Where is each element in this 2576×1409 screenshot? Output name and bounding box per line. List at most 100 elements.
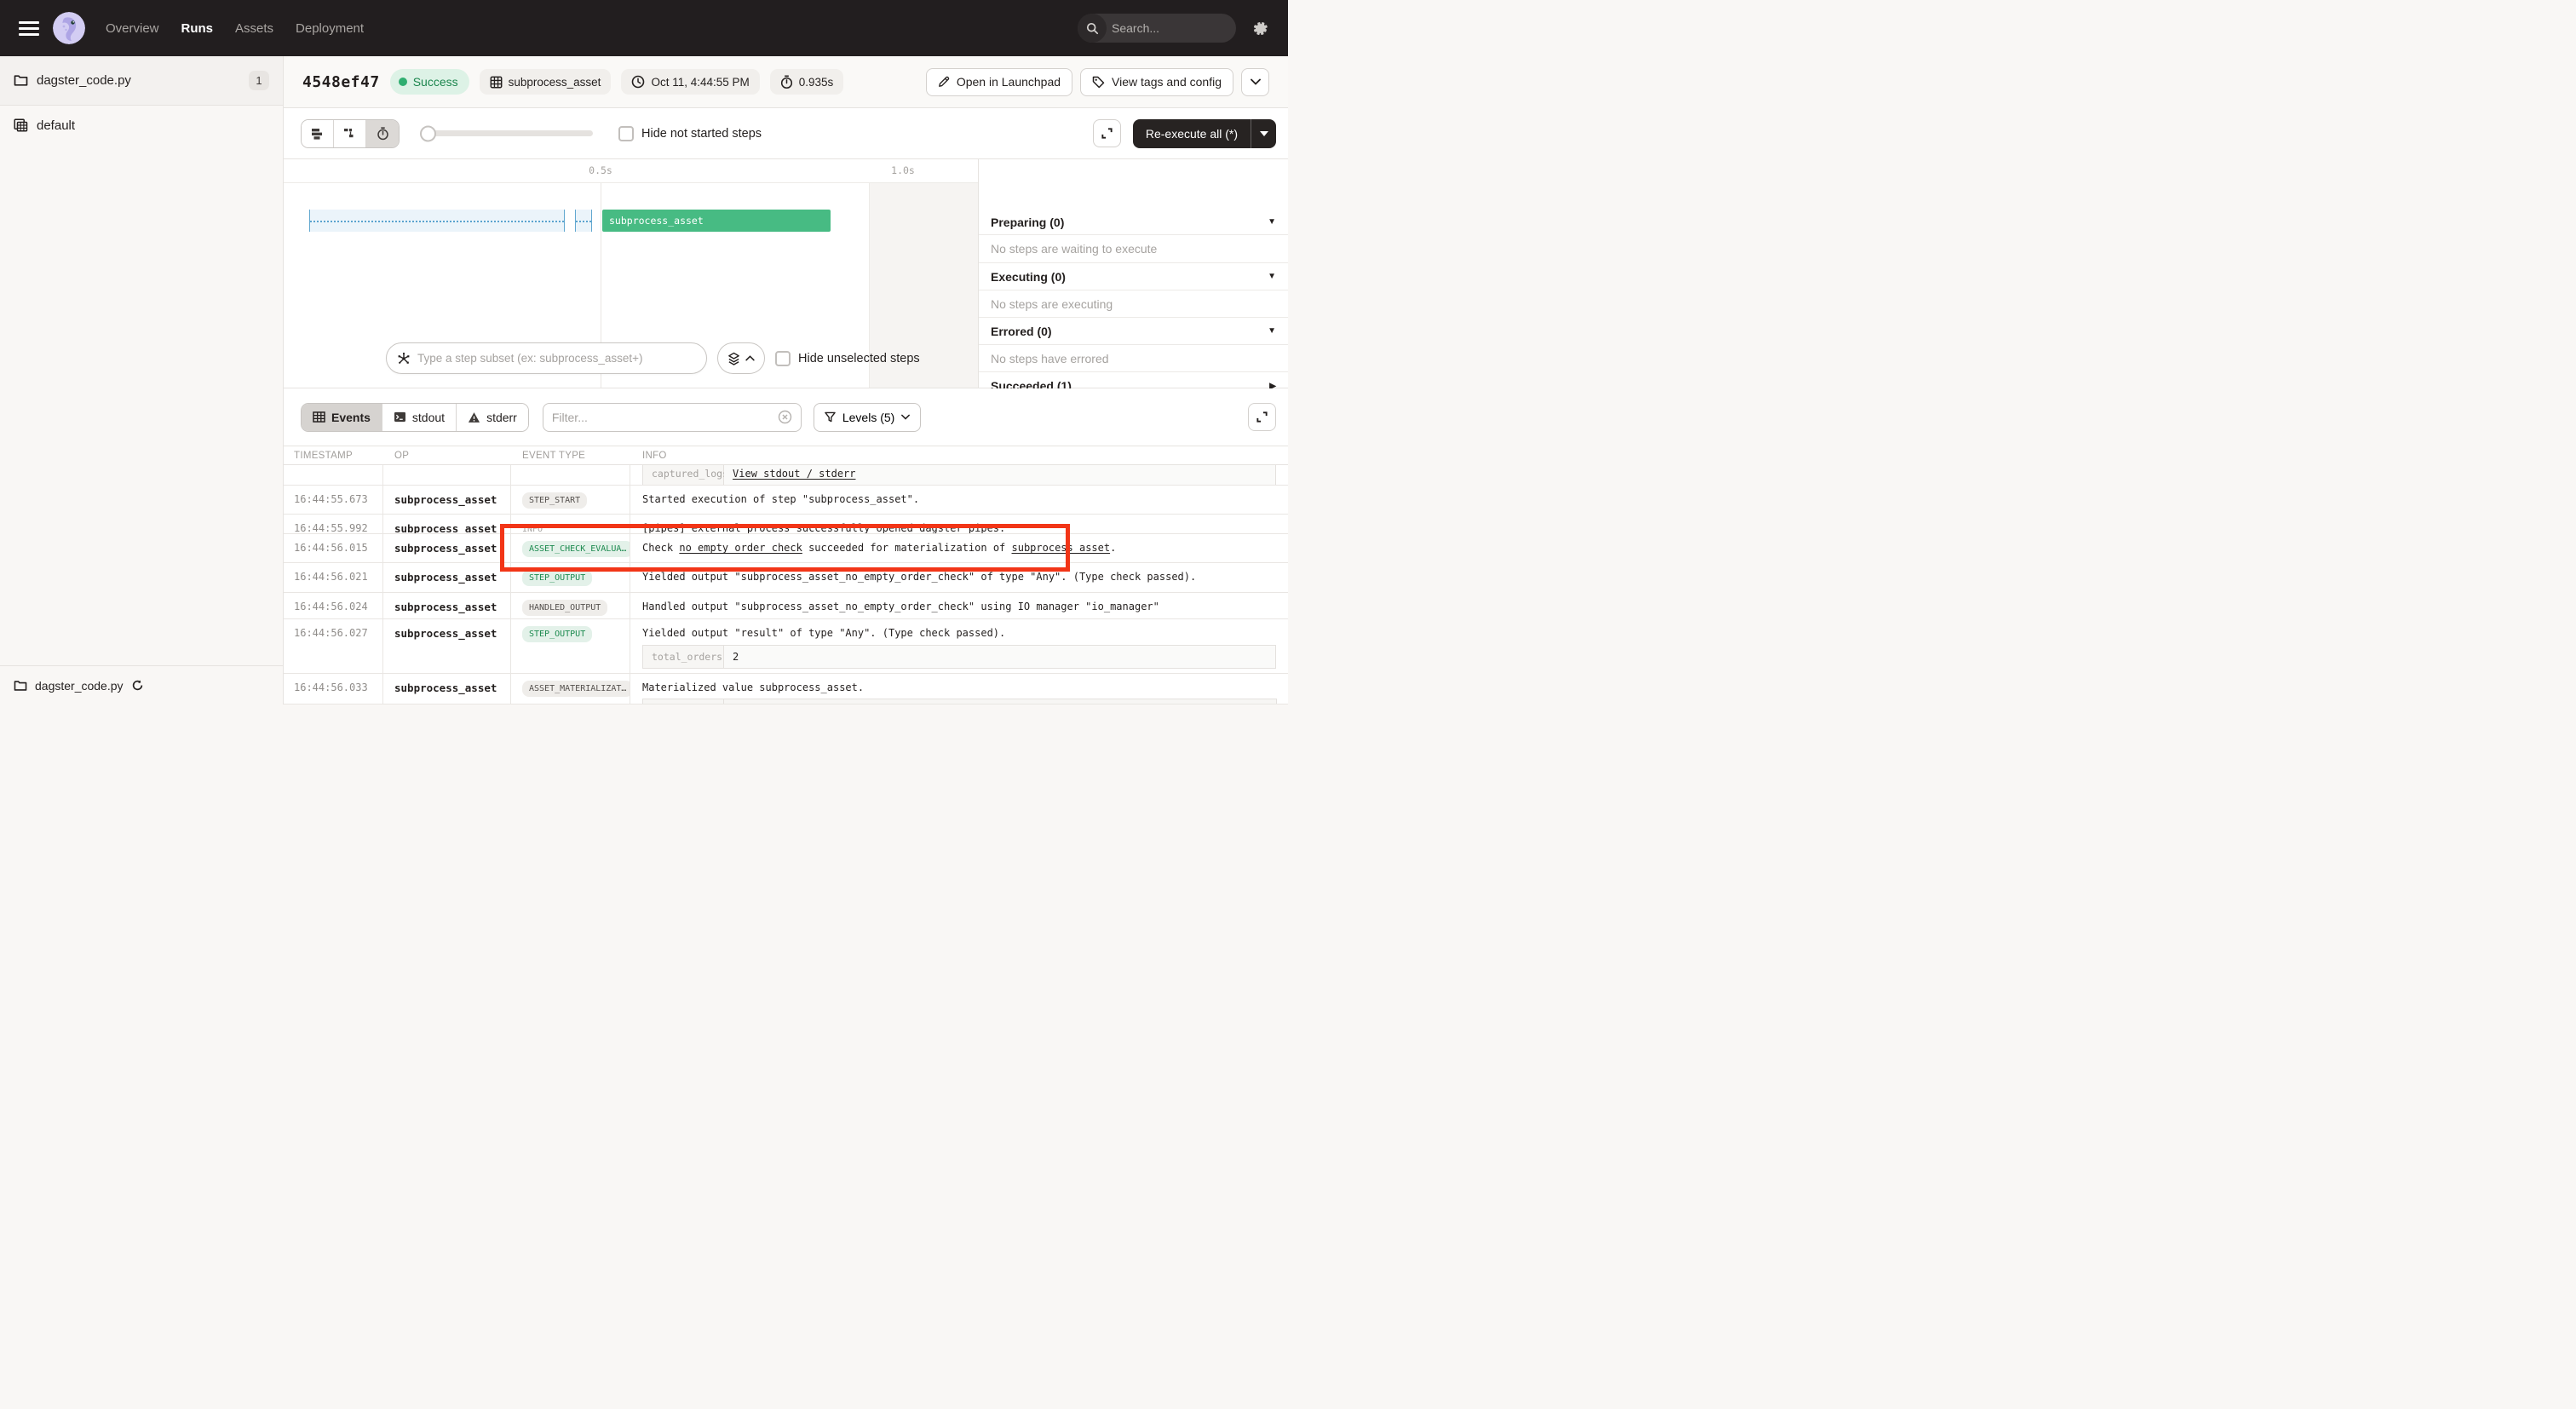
tab-stderr-label: stderr [486, 411, 517, 424]
hide-unselected-checkbox[interactable] [775, 351, 791, 366]
log-op: subprocess_asset [383, 563, 511, 592]
reexecute-dropdown-toggle[interactable] [1251, 119, 1276, 148]
hide-not-started-control[interactable]: Hide not started steps [618, 126, 762, 141]
log-op: subprocess_asset [383, 674, 511, 704]
panel-section-executing[interactable]: Executing (0) ▼ [979, 263, 1288, 290]
waterfall-view-button[interactable] [334, 120, 366, 147]
gantt-step-bar[interactable]: subprocess_asset [602, 210, 831, 232]
global-search[interactable]: / [1078, 14, 1236, 43]
log-op: subprocess_asset [383, 593, 511, 618]
pencil-icon [938, 76, 950, 88]
log-row[interactable]: 16:44:55.673subprocess_assetSTEP_STARTSt… [284, 486, 1288, 515]
log-rows: captured_logsView stdout / stderr16:44:5… [284, 465, 1288, 704]
reload-icon[interactable] [131, 679, 144, 692]
panel-section-errored[interactable]: Errored (0)▼ [979, 318, 1288, 345]
log-row[interactable]: 16:44:56.024subprocess_assetHANDLED_OUTP… [284, 593, 1288, 619]
metadata-value: 2 [724, 646, 1275, 668]
collapse-triangle-icon[interactable]: ▼ [1268, 326, 1276, 336]
left-sidebar: dagster_code.py 1 default dagster_code.p… [0, 56, 284, 704]
graph-options-button[interactable] [717, 342, 765, 374]
log-row[interactable]: 16:44:55.992subprocess_assetINFO[pipes] … [284, 515, 1288, 534]
levels-filter-button[interactable]: Levels (5) [814, 403, 921, 432]
hamburger-menu-icon[interactable] [19, 21, 39, 36]
log-event-type: HANDLED_OUTPUT [511, 593, 630, 618]
run-id[interactable]: 4548ef47 [302, 73, 380, 91]
log-row[interactable]: 16:44:56.027subprocess_assetSTEP_OUTPUTY… [284, 619, 1288, 674]
info-text: . [1110, 542, 1116, 554]
axis-tick: 0.5s [582, 164, 619, 176]
view-tags-config-label: View tags and config [1112, 75, 1222, 89]
waiting-phase-box [309, 210, 565, 232]
log-row[interactable]: captured_logsView stdout / stderr [284, 465, 1288, 486]
log-timestamp: 16:44:56.015 [284, 534, 383, 562]
nav-deployment[interactable]: Deployment [296, 21, 364, 36]
log-table-header: TIMESTAMP OP EVENT TYPE INFO [284, 446, 1288, 465]
search-icon [1078, 14, 1107, 43]
asset-chip-label: subprocess_asset [509, 76, 601, 89]
log-event-type: ASSET_MATERIALIZAT… [511, 674, 630, 704]
nav-overview[interactable]: Overview [106, 21, 159, 36]
log-timestamp: 16:44:55.673 [284, 486, 383, 514]
hide-unselected-label: Hide unselected steps [798, 352, 920, 365]
settings-gear-icon[interactable] [1251, 20, 1269, 37]
step-status-panel: Preparing (0)▼ No steps are waiting to e… [978, 159, 1288, 388]
gantt-view-toggle [301, 119, 400, 148]
log-info: Materialized value subprocess_asset. [630, 674, 1288, 704]
timed-view-button[interactable] [366, 120, 399, 147]
info-text: Materialized value subprocess_asset. [642, 681, 864, 693]
gantt-time-axis: 0.5s 1.0s [284, 159, 978, 183]
main-panel: 4548ef47 Success subprocess_asset [284, 56, 1288, 704]
tab-stderr[interactable]: stderr [457, 404, 528, 431]
log-timestamp: 16:44:55.992 [284, 515, 383, 533]
info-link[interactable]: subprocess_asset [1012, 542, 1111, 554]
event-type-pill: ASSET_MATERIALIZAT… [522, 681, 630, 697]
log-row[interactable]: 16:44:56.015subprocess_assetASSET_CHECK_… [284, 534, 1288, 563]
nav-assets[interactable]: Assets [235, 21, 273, 36]
zoom-slider-thumb[interactable] [420, 125, 436, 141]
collapse-triangle-icon[interactable]: ▼ [1268, 217, 1276, 227]
metadata-value[interactable]: View stdout / stderr [724, 465, 1275, 485]
clear-filter-icon[interactable] [778, 410, 792, 424]
info-link[interactable]: no_empty_order_check [679, 542, 802, 554]
tab-events-label: Events [331, 411, 371, 424]
log-filter-input[interactable] [552, 411, 773, 424]
panel-section-preparing[interactable]: Preparing (0)▼ [979, 210, 1288, 235]
log-fullscreen-button[interactable] [1248, 403, 1276, 431]
zoom-slider[interactable] [422, 130, 593, 136]
step-subset-input[interactable] [417, 352, 696, 365]
event-type-pill: HANDLED_OUTPUT [522, 600, 607, 616]
hide-unselected-control[interactable]: Hide unselected steps [775, 351, 920, 366]
sidebar-item-default[interactable]: default [0, 106, 283, 145]
gantt-toolbar: Hide not started steps Re-execute all (*… [284, 108, 1288, 159]
tab-stdout[interactable]: stdout [382, 404, 457, 431]
log-timestamp [284, 465, 383, 485]
panel-empty-message: No steps have errored [979, 345, 1288, 372]
asset-chip[interactable]: subprocess_asset [480, 69, 612, 95]
log-filter[interactable] [543, 403, 802, 432]
log-row[interactable]: 16:44:56.033subprocess_assetASSET_MATERI… [284, 674, 1288, 704]
sidebar-footer: dagster_code.py [0, 665, 283, 704]
panel-section-title: Executing (0) [991, 270, 1066, 284]
view-tags-config-button[interactable]: View tags and config [1080, 68, 1233, 96]
event-type-pill: STEP_START [522, 492, 587, 509]
event-type-pill: STEP_OUTPUT [522, 570, 592, 586]
nav-runs[interactable]: Runs [181, 21, 214, 36]
log-row[interactable]: 16:44:56.021subprocess_assetSTEP_OUTPUTY… [284, 563, 1288, 593]
chevron-down-icon [1251, 78, 1261, 85]
collapse-triangle-icon[interactable]: ▼ [1268, 272, 1276, 281]
step-subset-input-wrap[interactable] [386, 342, 707, 374]
sidebar-code-location[interactable]: dagster_code.py 1 [0, 56, 283, 106]
search-input[interactable] [1107, 21, 1236, 35]
hide-not-started-checkbox[interactable] [618, 126, 634, 141]
flat-view-button[interactable] [302, 120, 334, 147]
run-actions-dropdown-button[interactable] [1241, 68, 1269, 96]
dagster-logo[interactable] [53, 12, 85, 44]
footer-code-location-label: dagster_code.py [35, 679, 124, 693]
tab-events[interactable]: Events [302, 404, 382, 431]
gantt-fullscreen-button[interactable] [1093, 119, 1121, 147]
open-in-launchpad-button[interactable]: Open in Launchpad [926, 68, 1072, 96]
op-selector-icon [397, 352, 411, 365]
events-log-section: Events stdout stderr [284, 388, 1288, 704]
reexecute-all-button[interactable]: Re-execute all (*) [1133, 119, 1276, 148]
folder-icon [14, 74, 28, 87]
